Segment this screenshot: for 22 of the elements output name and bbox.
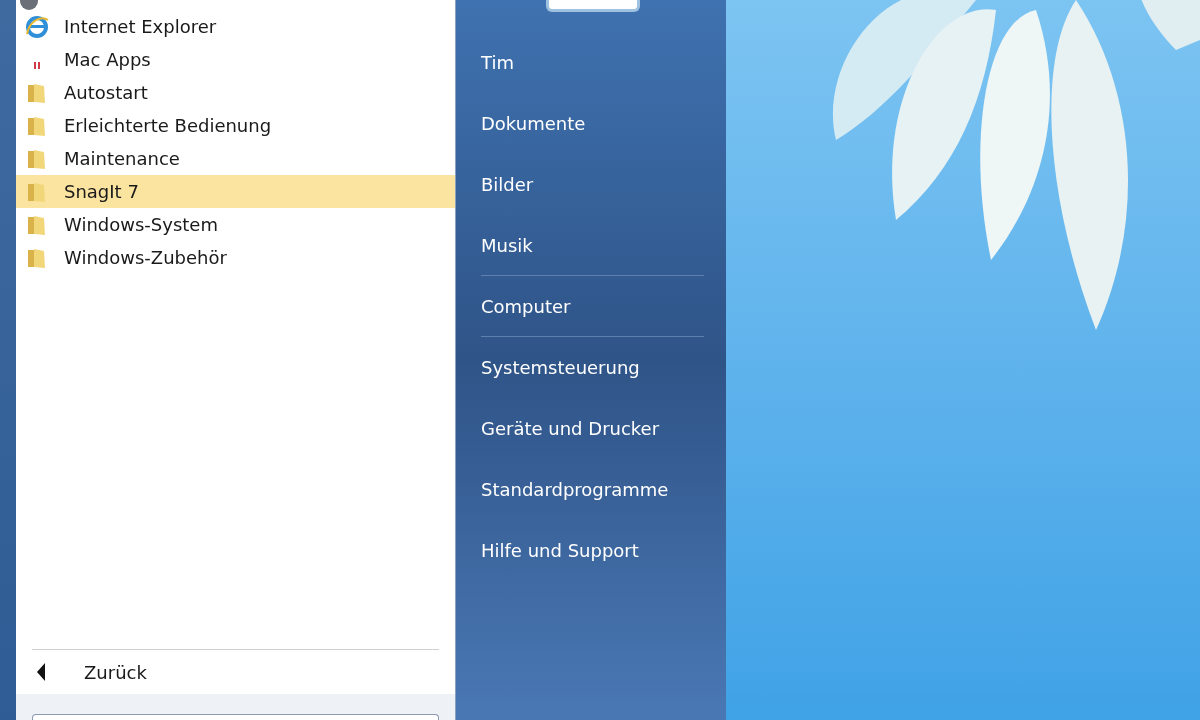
program-item[interactable]: Erleichterte Bedienung xyxy=(16,109,455,142)
program-item[interactable]: Windows-System xyxy=(16,208,455,241)
menu-link[interactable]: Geräte und Drucker xyxy=(481,398,704,459)
app-icon xyxy=(34,61,40,69)
menu-link[interactable]: Computer xyxy=(481,276,704,336)
program-item[interactable]: Mac Apps xyxy=(16,43,455,76)
program-item[interactable]: Maintenance xyxy=(16,142,455,175)
program-item[interactable]: Autostart xyxy=(16,76,455,109)
menu-link[interactable]: Dokumente xyxy=(481,93,704,154)
menu-link[interactable]: Standardprogramme xyxy=(481,459,704,520)
program-item[interactable]: Internet Explorer xyxy=(16,10,455,43)
back-button[interactable]: Zurück xyxy=(16,650,455,694)
menu-link[interactable]: Tim xyxy=(481,32,704,93)
search-field[interactable] xyxy=(32,714,439,720)
menu-link[interactable]: Systemsteuerung xyxy=(481,337,704,398)
program-item[interactable]: Windows-Zubehör xyxy=(16,241,455,274)
left-arrow-icon xyxy=(36,663,46,681)
menu-link[interactable]: Bilder xyxy=(481,154,704,215)
program-item[interactable]: SnagIt 7 xyxy=(16,175,455,208)
browser-icon xyxy=(24,13,50,40)
menu-link[interactable]: Musik xyxy=(481,215,704,275)
menu-link[interactable]: Hilfe und Support xyxy=(481,520,704,581)
